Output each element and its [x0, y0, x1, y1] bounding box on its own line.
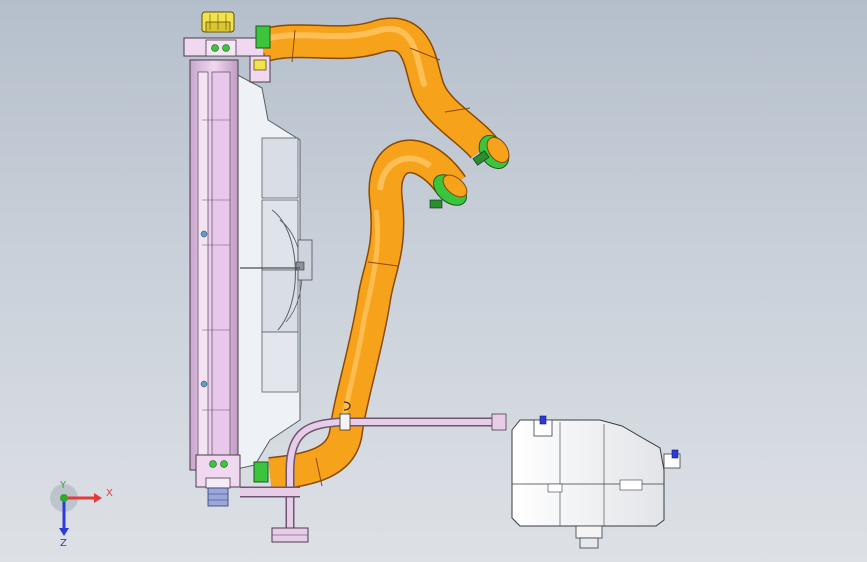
- upper-radiator-hose[interactable]: [256, 17, 498, 160]
- radiator-cap[interactable]: [201, 11, 235, 33]
- axis-triad[interactable]: X Y Z: [44, 478, 114, 548]
- y-axis-dot: [60, 494, 68, 502]
- cooling-system-model[interactable]: [0, 0, 867, 562]
- y-axis-label: Y: [59, 480, 67, 491]
- fan-shroud[interactable]: [231, 71, 313, 471]
- lower-hose-outlet-clamp[interactable]: [253, 461, 269, 483]
- z-axis-label: Z: [60, 538, 67, 548]
- expansion-tank[interactable]: [511, 415, 681, 549]
- x-axis-arrowhead: [94, 493, 102, 503]
- z-axis-arrowhead: [59, 528, 69, 536]
- 3d-viewport[interactable]: X Y Z: [0, 0, 867, 562]
- x-axis-label: X: [106, 488, 113, 499]
